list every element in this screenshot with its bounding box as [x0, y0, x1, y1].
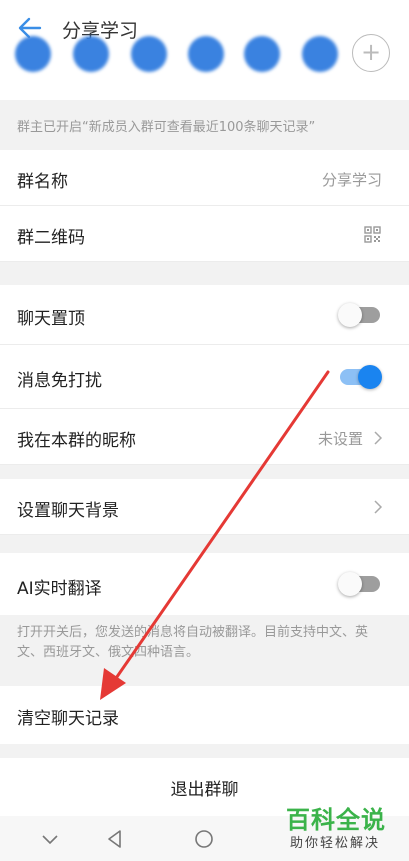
toggle-knob — [338, 303, 362, 327]
ai-translate-row: AI实时翻译 — [0, 553, 409, 615]
plus-icon: + — [360, 38, 382, 66]
group-name-row[interactable]: 群名称 分享学习 — [0, 150, 409, 206]
member-avatar[interactable] — [302, 36, 338, 72]
toggle-knob — [338, 572, 362, 596]
member-avatar[interactable] — [15, 36, 51, 72]
chevron-right-icon — [374, 431, 383, 445]
home-circle-icon[interactable] — [193, 828, 215, 850]
nickname-label: 我在本群的昵称 — [17, 431, 136, 451]
group-qr-label: 群二维码 — [17, 228, 85, 248]
ai-translate-label: AI实时翻译 — [17, 579, 102, 599]
history-notice: 群主已开启“新成员入群可查看最近100条聊天记录” — [0, 100, 409, 150]
add-member-button[interactable]: + — [352, 34, 390, 72]
clear-history-row[interactable]: 清空聊天记录 — [0, 686, 409, 744]
translate-hint: 打开开关后，您发送的消息将自动被翻译。目前支持中文、英文、西班牙文、俄文四种语言… — [0, 615, 409, 683]
chat-background-row[interactable]: 设置聊天背景 — [0, 479, 409, 535]
pin-chat-label: 聊天置顶 — [17, 309, 85, 329]
watermark-subtitle: 助你轻松解决 — [290, 836, 381, 851]
mute-row: 消息免打扰 — [0, 345, 409, 409]
pin-chat-toggle[interactable] — [338, 303, 380, 327]
member-avatar[interactable] — [188, 36, 224, 72]
qr-code-icon — [364, 226, 381, 243]
nickname-row[interactable]: 我在本群的昵称 未设置 — [0, 409, 409, 465]
mute-label: 消息免打扰 — [17, 371, 102, 391]
group-name-label: 群名称 — [17, 172, 68, 192]
exit-group-label: 退出群聊 — [170, 780, 239, 800]
chat-background-label: 设置聊天背景 — [17, 501, 119, 521]
chevron-down-icon[interactable] — [39, 828, 61, 850]
nickname-value: 未设置 — [318, 430, 364, 448]
translate-hint-text: 打开开关后，您发送的消息将自动被翻译。目前支持中文、英文、西班牙文、俄文四种语言… — [17, 625, 369, 660]
member-avatar-list: + — [0, 34, 409, 80]
ai-translate-toggle[interactable] — [338, 572, 380, 596]
chevron-right-icon — [374, 500, 383, 514]
member-avatar[interactable] — [73, 36, 109, 72]
group-qr-row[interactable]: 群二维码 — [0, 206, 409, 262]
group-name-value: 分享学习 — [321, 171, 382, 189]
clear-history-label: 清空聊天记录 — [17, 709, 119, 729]
back-triangle-icon[interactable] — [104, 828, 126, 850]
watermark-logo: 百科全说 助你轻松解决 — [280, 800, 404, 856]
member-avatar[interactable] — [131, 36, 167, 72]
mute-toggle[interactable] — [340, 365, 382, 389]
top-bar: 分享学习 + — [0, 0, 409, 100]
pin-chat-row: 聊天置顶 — [0, 285, 409, 345]
watermark-title: 百科全说 — [286, 806, 386, 834]
toggle-knob — [358, 365, 382, 389]
notice-text: 群主已开启“新成员入群可查看最近100条聊天记录” — [17, 120, 316, 135]
member-avatar[interactable] — [244, 36, 280, 72]
